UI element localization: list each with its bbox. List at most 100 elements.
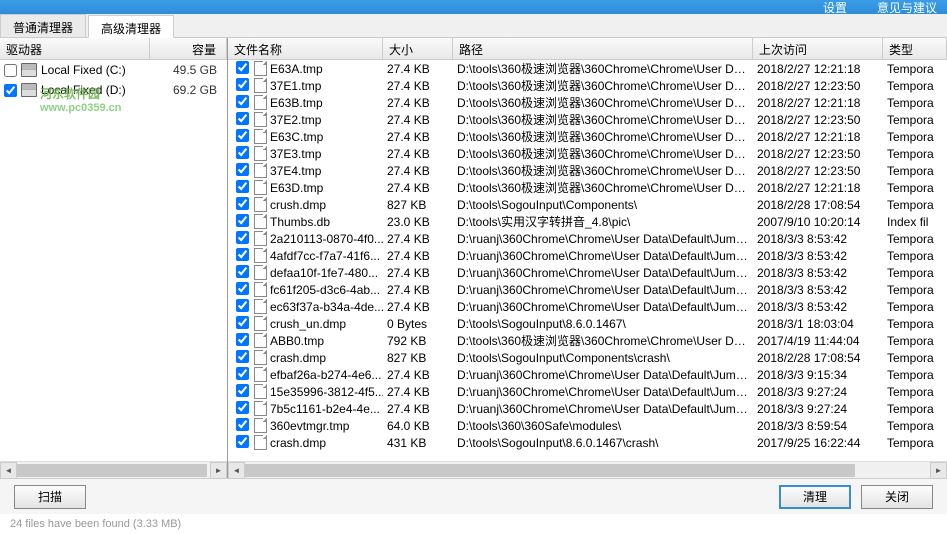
file-row[interactable]: 7b5c1161-b2e4-4e...27.4 KBD:\ruanj\360Ch… xyxy=(228,400,947,417)
tab-advanced-cleaner[interactable]: 高级清理器 xyxy=(88,15,174,38)
file-type: Tempora xyxy=(883,232,947,246)
file-checkbox[interactable] xyxy=(236,282,249,295)
horizontal-scrollbar[interactable]: ◄ ► xyxy=(0,461,227,478)
file-row[interactable]: ABB0.tmp792 KBD:\tools\360极速浏览器\360Chrom… xyxy=(228,332,947,349)
tab-normal-cleaner[interactable]: 普通清理器 xyxy=(0,14,86,37)
file-icon xyxy=(254,112,267,127)
file-date: 2018/3/3 8:59:54 xyxy=(753,419,883,433)
file-row[interactable]: crash.dmp827 KBD:\tools\SogouInput\Compo… xyxy=(228,349,947,366)
file-list[interactable]: E63A.tmp27.4 KBD:\tools\360极速浏览器\360Chro… xyxy=(228,60,947,461)
column-header-drive[interactable]: 驱动器 xyxy=(0,38,150,59)
settings-link[interactable]: 设置 xyxy=(823,0,847,16)
file-checkbox[interactable] xyxy=(236,95,249,108)
file-checkbox[interactable] xyxy=(236,180,249,193)
column-header-path[interactable]: 路径 xyxy=(453,38,753,59)
file-size: 27.4 KB xyxy=(383,79,453,93)
drive-row[interactable]: Local Fixed (D:)69.2 GB xyxy=(0,80,227,100)
drive-row[interactable]: Local Fixed (C:)49.5 GB xyxy=(0,60,227,80)
file-date: 2018/2/27 12:21:18 xyxy=(753,130,883,144)
file-row[interactable]: 37E4.tmp27.4 KBD:\tools\360极速浏览器\360Chro… xyxy=(228,162,947,179)
file-name: 15e35996-3812-4f5... xyxy=(270,385,383,399)
file-checkbox[interactable] xyxy=(236,129,249,142)
column-header-size[interactable]: 大小 xyxy=(383,38,453,59)
feedback-link[interactable]: 意见与建议 xyxy=(877,0,937,16)
file-name: E63C.tmp xyxy=(270,130,323,144)
file-row[interactable]: crush_un.dmp0 BytesD:\tools\SogouInput\8… xyxy=(228,315,947,332)
file-size: 431 KB xyxy=(383,436,453,450)
file-checkbox[interactable] xyxy=(236,61,249,74)
file-checkbox[interactable] xyxy=(236,333,249,346)
file-checkbox[interactable] xyxy=(236,231,249,244)
scan-button[interactable]: 扫描 xyxy=(14,485,86,509)
file-row[interactable]: 2a210113-0870-4f0...27.4 KBD:\ruanj\360C… xyxy=(228,230,947,247)
drive-checkbox[interactable] xyxy=(4,64,17,77)
file-type: Tempora xyxy=(883,249,947,263)
file-row[interactable]: defaa10f-1fe7-480...27.4 KBD:\ruanj\360C… xyxy=(228,264,947,281)
scroll-left-icon[interactable]: ◄ xyxy=(0,462,17,479)
file-path: D:\tools\360极速浏览器\360Chrome\Chrome\User … xyxy=(453,332,753,349)
file-path: D:\tools\SogouInput\Components\crash\ xyxy=(453,351,753,365)
file-date: 2018/2/28 17:08:54 xyxy=(753,351,883,365)
file-row[interactable]: E63D.tmp27.4 KBD:\tools\360极速浏览器\360Chro… xyxy=(228,179,947,196)
file-row[interactable]: 37E3.tmp27.4 KBD:\tools\360极速浏览器\360Chro… xyxy=(228,145,947,162)
scroll-right-icon[interactable]: ► xyxy=(930,462,947,479)
file-checkbox[interactable] xyxy=(236,248,249,261)
file-name: 2a210113-0870-4f0... xyxy=(270,232,383,246)
file-row[interactable]: crash.dmp431 KBD:\tools\SogouInput\8.6.0… xyxy=(228,434,947,451)
file-row[interactable]: E63A.tmp27.4 KBD:\tools\360极速浏览器\360Chro… xyxy=(228,60,947,77)
file-row[interactable]: 360evtmgr.tmp64.0 KBD:\tools\360\360Safe… xyxy=(228,417,947,434)
file-checkbox[interactable] xyxy=(236,401,249,414)
file-icon xyxy=(254,214,267,229)
file-checkbox[interactable] xyxy=(236,418,249,431)
file-row[interactable]: E63C.tmp27.4 KBD:\tools\360极速浏览器\360Chro… xyxy=(228,128,947,145)
file-row[interactable]: fc61f205-d3c6-4ab...27.4 KBD:\ruanj\360C… xyxy=(228,281,947,298)
column-header-capacity[interactable]: 容量 xyxy=(150,38,227,59)
file-icon xyxy=(254,61,267,76)
close-button[interactable]: 关闭 xyxy=(861,485,933,509)
file-size: 27.4 KB xyxy=(383,402,453,416)
file-date: 2018/3/3 8:53:42 xyxy=(753,300,883,314)
file-size: 64.0 KB xyxy=(383,419,453,433)
file-checkbox[interactable] xyxy=(236,214,249,227)
horizontal-scrollbar[interactable]: ◄ ► xyxy=(228,461,947,478)
drive-name: Local Fixed (D:) xyxy=(41,83,163,97)
file-checkbox[interactable] xyxy=(236,367,249,380)
file-checkbox[interactable] xyxy=(236,78,249,91)
file-date: 2018/3/3 8:53:42 xyxy=(753,232,883,246)
file-row[interactable]: 37E2.tmp27.4 KBD:\tools\360极速浏览器\360Chro… xyxy=(228,111,947,128)
file-row[interactable]: 15e35996-3812-4f5...27.4 KBD:\ruanj\360C… xyxy=(228,383,947,400)
file-checkbox[interactable] xyxy=(236,197,249,210)
file-row[interactable]: E63B.tmp27.4 KBD:\tools\360极速浏览器\360Chro… xyxy=(228,94,947,111)
drive-checkbox[interactable] xyxy=(4,84,17,97)
file-checkbox[interactable] xyxy=(236,146,249,159)
file-checkbox[interactable] xyxy=(236,265,249,278)
column-header-filename[interactable]: 文件名称 xyxy=(228,38,383,59)
file-checkbox[interactable] xyxy=(236,299,249,312)
clean-button[interactable]: 清理 xyxy=(779,485,851,509)
file-icon xyxy=(254,197,267,212)
column-header-date[interactable]: 上次访问 xyxy=(753,38,883,59)
file-icon xyxy=(254,316,267,331)
file-checkbox[interactable] xyxy=(236,163,249,176)
file-type: Index fil xyxy=(883,215,947,229)
file-row[interactable]: ec63f37a-b34a-4de...27.4 KBD:\ruanj\360C… xyxy=(228,298,947,315)
file-checkbox[interactable] xyxy=(236,435,249,448)
file-date: 2018/2/28 17:08:54 xyxy=(753,198,883,212)
file-row[interactable]: efbaf26a-b274-4e6...27.4 KBD:\ruanj\360C… xyxy=(228,366,947,383)
column-header-type[interactable]: 类型 xyxy=(883,38,947,59)
file-checkbox[interactable] xyxy=(236,384,249,397)
file-row[interactable]: 37E1.tmp27.4 KBD:\tools\360极速浏览器\360Chro… xyxy=(228,77,947,94)
file-checkbox[interactable] xyxy=(236,316,249,329)
scroll-left-icon[interactable]: ◄ xyxy=(228,462,245,479)
file-checkbox[interactable] xyxy=(236,112,249,125)
file-date: 2007/9/10 10:20:14 xyxy=(753,215,883,229)
file-row[interactable]: 4afdf7cc-f7a7-41f6...27.4 KBD:\ruanj\360… xyxy=(228,247,947,264)
file-size: 27.4 KB xyxy=(383,147,453,161)
file-row[interactable]: crush.dmp827 KBD:\tools\SogouInput\Compo… xyxy=(228,196,947,213)
file-path: D:\ruanj\360Chrome\Chrome\User Data\Defa… xyxy=(453,368,753,382)
file-checkbox[interactable] xyxy=(236,350,249,363)
file-type: Tempora xyxy=(883,79,947,93)
status-text: 24 files have been found (3.33 MB) xyxy=(0,514,947,534)
scroll-right-icon[interactable]: ► xyxy=(210,462,227,479)
file-row[interactable]: Thumbs.db23.0 KBD:\tools\实用汉字转拼音_4.8\pic… xyxy=(228,213,947,230)
